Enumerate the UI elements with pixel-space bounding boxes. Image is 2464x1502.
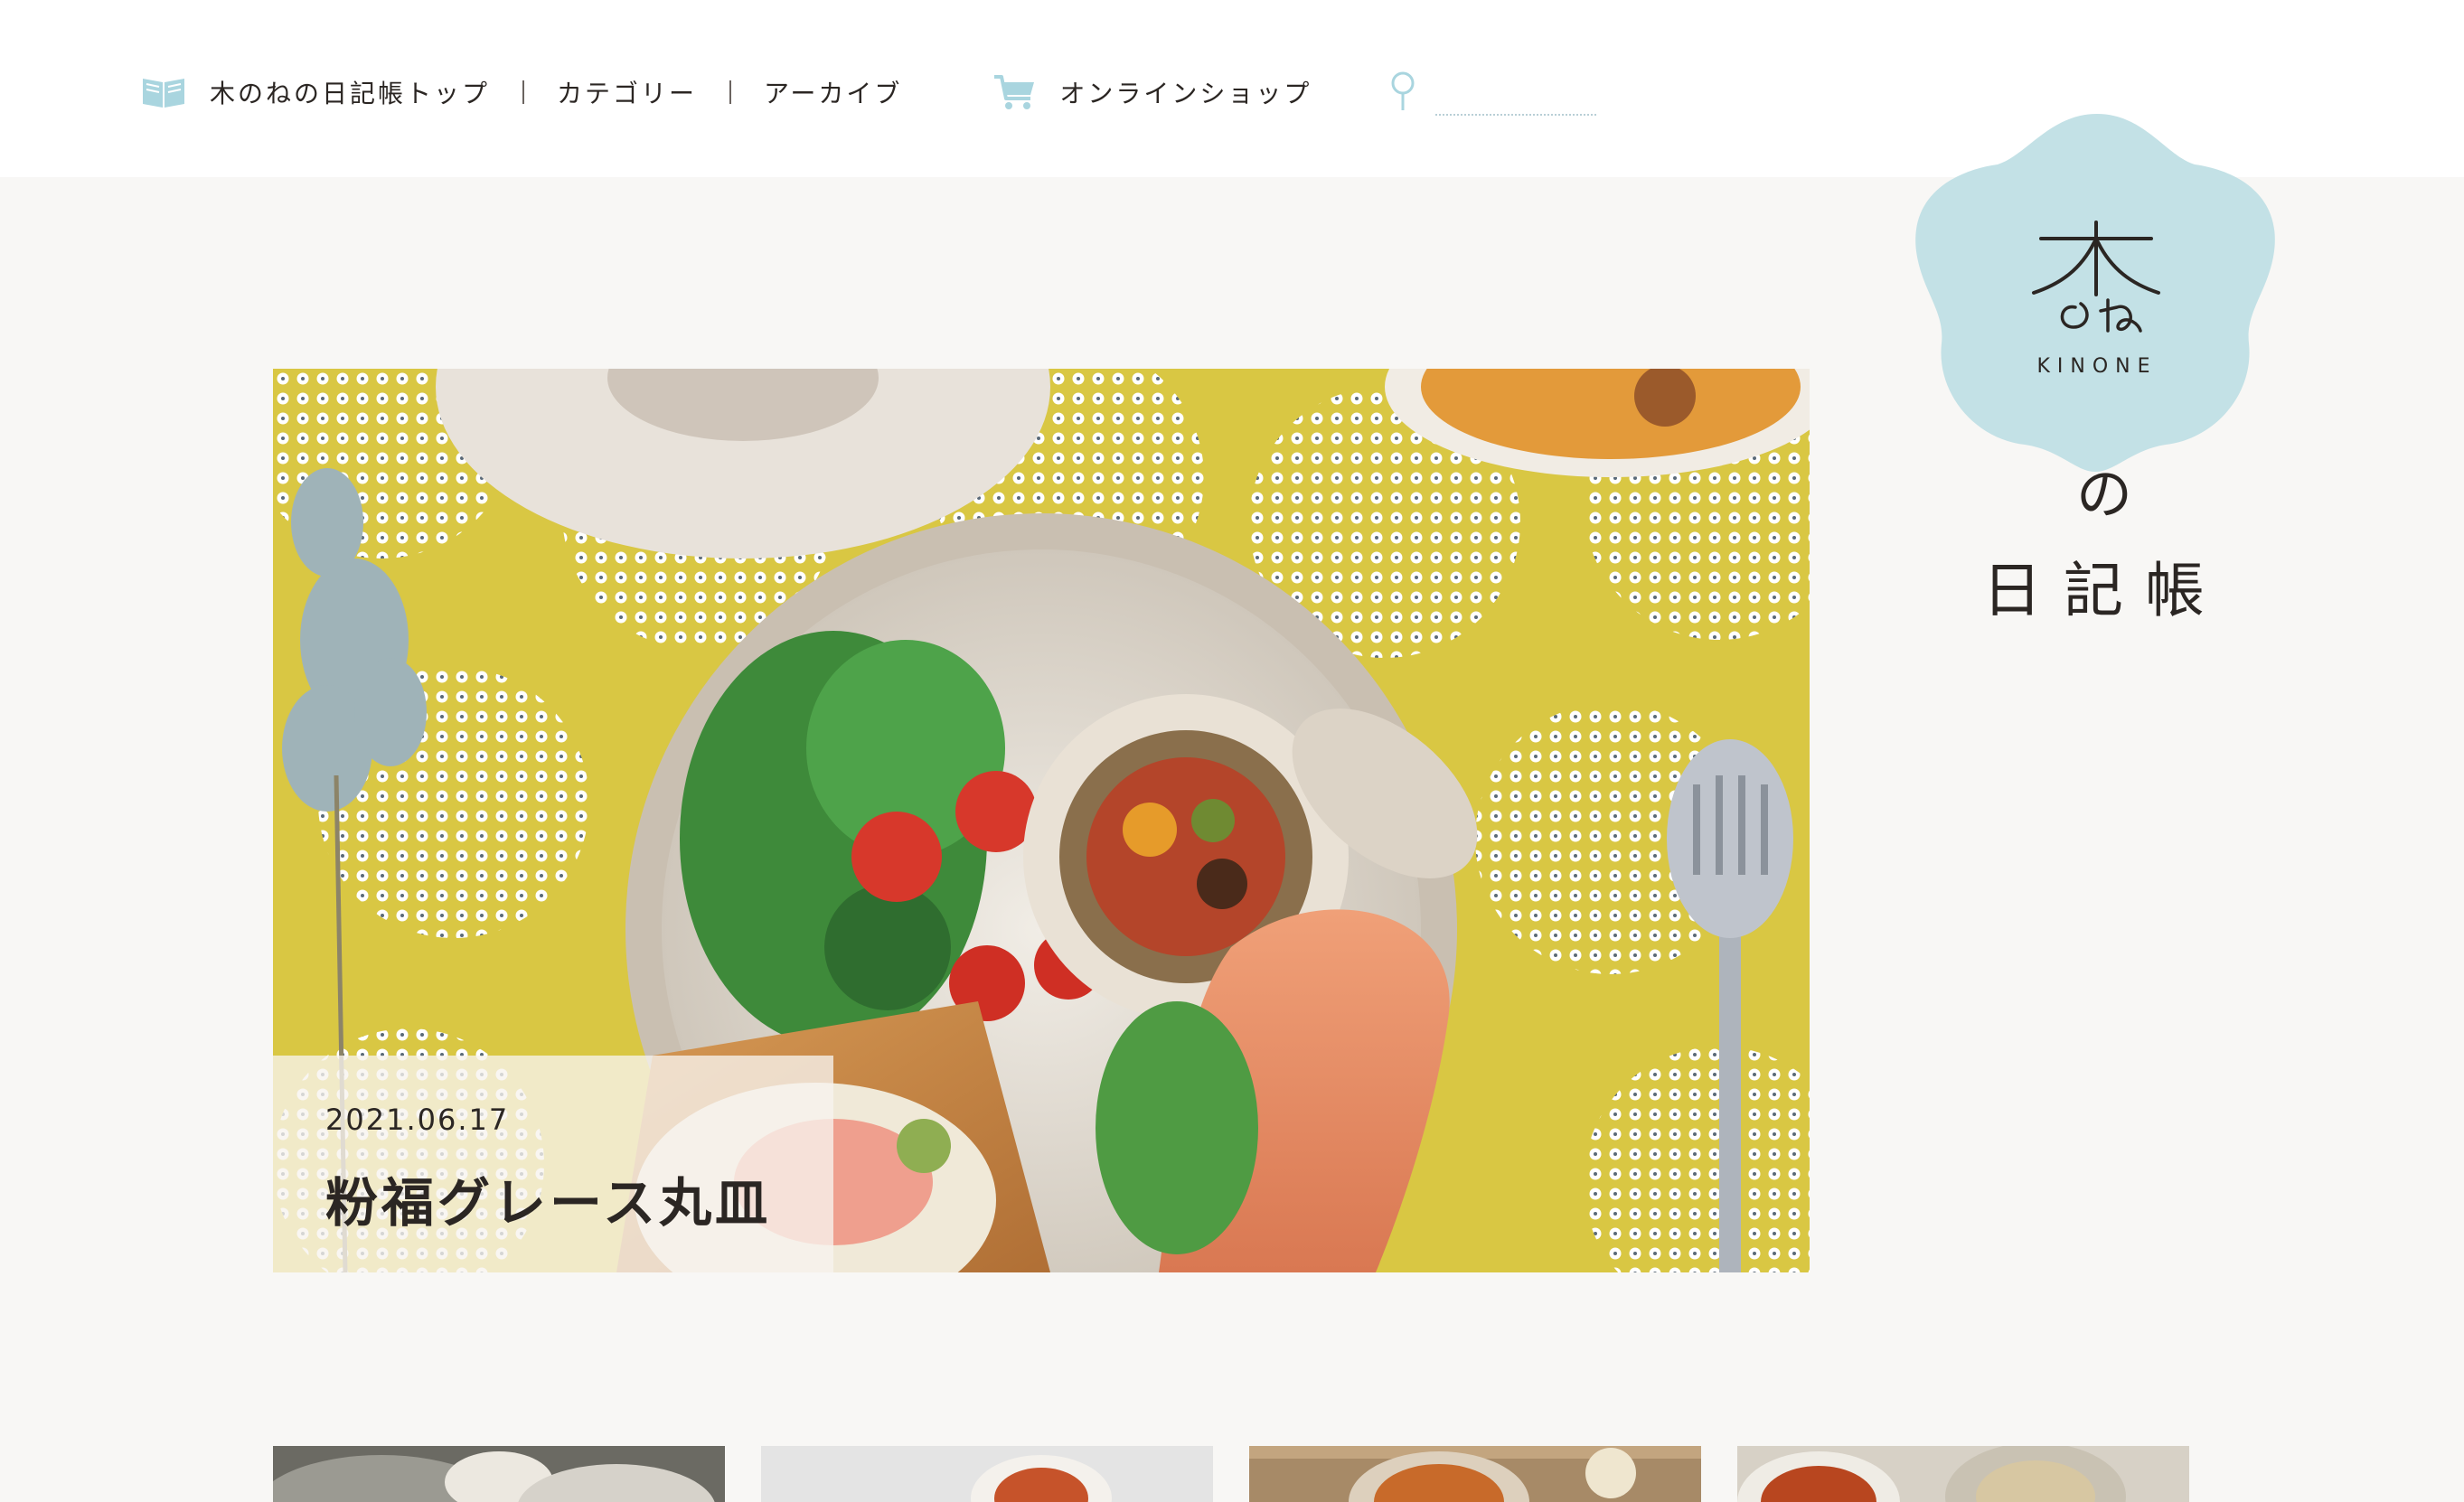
nav-divider [729,80,732,104]
nav-category-label: カテゴリー [557,79,698,108]
post-thumb-4[interactable] [1737,1446,2189,1502]
post-thumb-1[interactable] [273,1446,725,1502]
main-nav: 木のねの日記帳トップ カテゴリー アーカイブ オンラインショップ [141,69,1312,116]
site-logo[interactable]: KINONE [1907,107,2287,486]
logo-word: の [2075,461,2132,527]
nav-category-link[interactable]: カテゴリー [557,74,697,110]
nav-archive-link[interactable]: アーカイブ [764,74,902,110]
search-input[interactable] [1435,85,1596,116]
search-box [1388,69,1596,116]
post-thumb-3[interactable] [1249,1446,1701,1502]
featured-post[interactable]: 2021.06.17 粉福グレース丸皿 [273,369,1810,1272]
nav-top-link[interactable]: 木のねの日記帳トップ [141,74,490,110]
book-icon [141,75,186,109]
post-thumb-2[interactable] [761,1446,1213,1502]
nav-shop-link[interactable]: オンラインショップ [992,73,1312,111]
cart-icon [992,73,1036,111]
featured-post-caption: 2021.06.17 粉福グレース丸皿 [273,1056,833,1272]
nav-shop-label: オンラインショップ [1059,79,1312,108]
nav-divider [522,80,525,104]
logo-brand-text: KINONE [2036,355,2157,378]
nav-top-label: 木のねの日記帳トップ [210,79,491,108]
post-title[interactable]: 粉福グレース丸皿 [325,1160,833,1236]
post-date: 2021.06.17 [325,1103,510,1137]
logo-title: 日記帳 [1982,556,2226,625]
nav-archive-label: アーカイブ [764,79,903,108]
post-list [273,1446,2189,1502]
search-icon[interactable] [1388,70,1417,116]
